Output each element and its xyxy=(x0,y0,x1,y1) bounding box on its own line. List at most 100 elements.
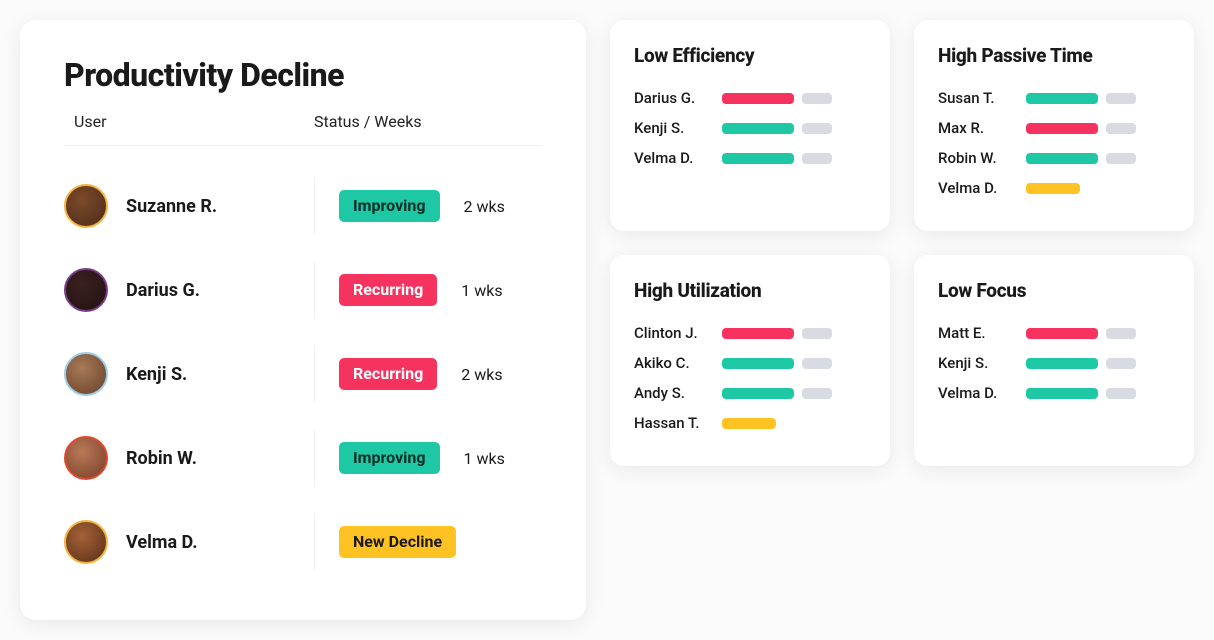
user-name: Kenji S. xyxy=(126,364,187,385)
user-name: Velma D. xyxy=(126,532,197,553)
user-cell: Suzanne R. xyxy=(64,184,314,228)
bar-segment xyxy=(722,153,794,164)
avatar xyxy=(64,184,108,228)
bar-segment xyxy=(1106,388,1136,399)
table-header: User Status / Weeks xyxy=(64,112,542,146)
bar-segment xyxy=(1106,328,1136,339)
table-row[interactable]: Velma D. New Decline xyxy=(64,500,542,584)
bar-segment xyxy=(722,93,794,104)
bar-segment xyxy=(802,153,832,164)
mini-cards-grid: Low EfficiencyDarius G.Kenji S.Velma D.H… xyxy=(610,20,1194,466)
status-bars xyxy=(1026,388,1136,399)
avatar xyxy=(64,520,108,564)
bar-segment xyxy=(722,328,794,339)
bar-segment xyxy=(1026,93,1098,104)
bar-segment xyxy=(1026,388,1098,399)
status-bars xyxy=(722,123,832,134)
list-item[interactable]: Max R. xyxy=(938,113,1170,143)
status-cell: Improving2 wks xyxy=(314,178,542,234)
status-badge: Improving xyxy=(339,442,440,474)
status-bars xyxy=(1026,328,1136,339)
bar-segment xyxy=(1026,358,1098,369)
table-row[interactable]: Suzanne R. Improving2 wks xyxy=(64,164,542,248)
list-item[interactable]: Clinton J. xyxy=(634,318,866,348)
bar-segment xyxy=(802,123,832,134)
bar-segment xyxy=(802,328,832,339)
col-header-status: Status / Weeks xyxy=(314,112,542,131)
status-bars xyxy=(722,93,832,104)
mini-card-title: High Utilization xyxy=(634,279,866,302)
status-bars xyxy=(1026,358,1136,369)
list-item[interactable]: Matt E. xyxy=(938,318,1170,348)
bar-segment xyxy=(1106,153,1136,164)
user-cell: Velma D. xyxy=(64,520,314,564)
table-row[interactable]: Robin W. Improving 1 wks xyxy=(64,416,542,500)
list-item[interactable]: Robin W. xyxy=(938,143,1170,173)
mini-user-name: Hassan T. xyxy=(634,414,712,432)
list-item[interactable]: Kenji S. xyxy=(634,113,866,143)
user-name: Darius G. xyxy=(126,280,200,301)
mini-user-name: Velma D. xyxy=(938,179,1016,197)
status-badge: Recurring xyxy=(339,274,437,306)
user-name: Suzanne R. xyxy=(126,196,217,217)
mini-user-name: Kenji S. xyxy=(938,354,1016,372)
mini-user-name: Robin W. xyxy=(938,149,1016,167)
page-title: Productivity Decline xyxy=(64,56,542,94)
status-bars xyxy=(1026,183,1080,194)
list-item[interactable]: Velma D. xyxy=(938,173,1170,203)
list-item[interactable]: Kenji S. xyxy=(938,348,1170,378)
table-body: Suzanne R.Improving2 wksDarius G.Recurri… xyxy=(64,164,542,584)
user-cell: Darius G. xyxy=(64,268,314,312)
weeks-label: 1 wks xyxy=(464,449,505,468)
status-badge: Improving xyxy=(339,190,440,222)
mini-user-name: Clinton J. xyxy=(634,324,712,342)
status-cell: Recurring 2 wks xyxy=(314,346,542,402)
bar-segment xyxy=(722,388,794,399)
mini-card: High Passive Time Susan T. Max R. Robin W. V… xyxy=(914,20,1194,231)
bar-segment xyxy=(1026,123,1098,134)
list-item[interactable]: Andy S. xyxy=(634,378,866,408)
status-bars xyxy=(722,418,776,429)
table-row[interactable]: Kenji S. Recurring 2 wks xyxy=(64,332,542,416)
mini-user-name: Velma D. xyxy=(938,384,1016,402)
user-cell: Robin W. xyxy=(64,436,314,480)
mini-user-name: Darius G. xyxy=(634,89,712,107)
table-row[interactable]: Darius G. Recurring 1 wks xyxy=(64,248,542,332)
list-item[interactable]: Velma D. xyxy=(634,143,866,173)
mini-user-name: Max R. xyxy=(938,119,1016,137)
list-item[interactable]: Hassan T. xyxy=(634,408,866,438)
status-bars xyxy=(722,388,832,399)
user-name: Robin W. xyxy=(126,448,197,469)
mini-card-title: High Passive Time xyxy=(938,44,1170,67)
bar-segment xyxy=(722,418,776,429)
status-badge: Recurring xyxy=(339,358,437,390)
avatar xyxy=(64,352,108,396)
weeks-label: 1 wks xyxy=(461,281,502,300)
mini-card: Low Efficiency Darius G. Kenji S. Velma D. xyxy=(610,20,890,231)
status-cell: New Decline xyxy=(314,514,542,570)
status-cell: Improving 1 wks xyxy=(314,430,542,486)
bar-segment xyxy=(802,358,832,369)
status-bars xyxy=(722,153,832,164)
mini-card-title: Low Focus xyxy=(938,279,1170,302)
avatar xyxy=(64,436,108,480)
weeks-label: 2 wks xyxy=(461,365,502,384)
bar-segment xyxy=(802,388,832,399)
productivity-decline-card: Productivity Decline User Status / Weeks… xyxy=(20,20,586,620)
mini-card-title: Low Efficiency xyxy=(634,44,866,67)
list-item[interactable]: Akiko C. xyxy=(634,348,866,378)
list-item[interactable]: Velma D. xyxy=(938,378,1170,408)
avatar xyxy=(64,268,108,312)
list-item[interactable]: Darius G. xyxy=(634,83,866,113)
bar-segment xyxy=(722,358,794,369)
mini-user-name: Andy S. xyxy=(634,384,712,402)
mini-user-name: Kenji S. xyxy=(634,119,712,137)
mini-user-name: Susan T. xyxy=(938,89,1016,107)
bar-segment xyxy=(1026,153,1098,164)
list-item[interactable]: Susan T. xyxy=(938,83,1170,113)
col-header-user: User xyxy=(64,112,314,131)
mini-user-name: Velma D. xyxy=(634,149,712,167)
user-cell: Kenji S. xyxy=(64,352,314,396)
status-bars xyxy=(722,358,832,369)
bar-segment xyxy=(1026,183,1080,194)
